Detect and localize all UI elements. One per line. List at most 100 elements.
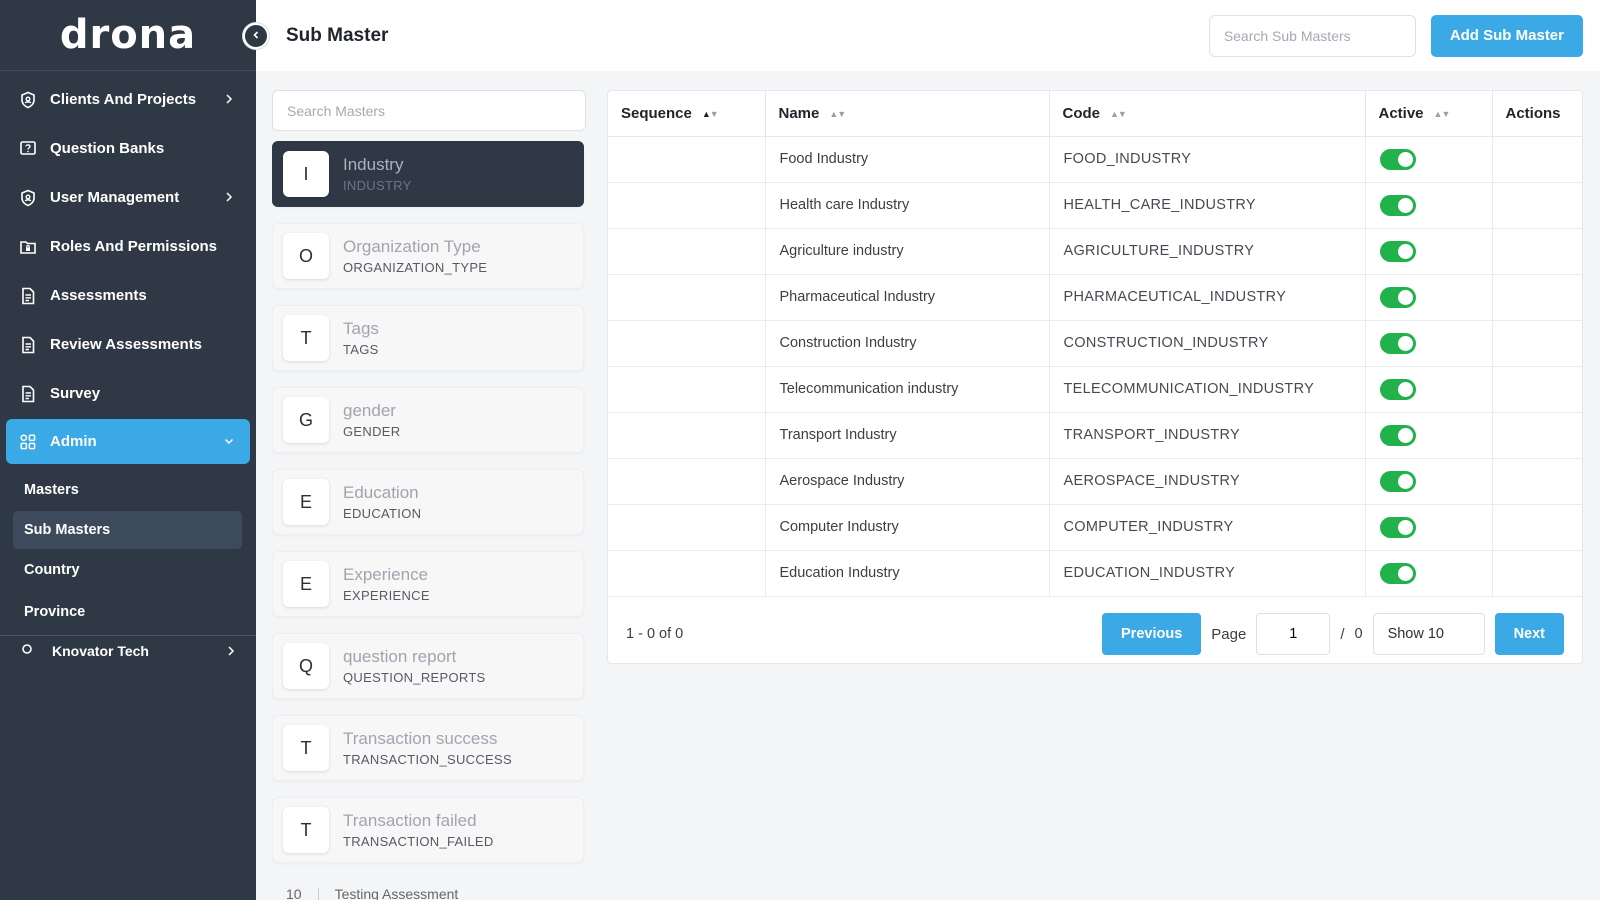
active-toggle[interactable] xyxy=(1379,378,1416,400)
logo[interactable]: drona xyxy=(0,0,256,71)
user-icon xyxy=(20,644,40,658)
master-code: ORGANIZATION_TYPE xyxy=(343,260,488,275)
sidebar-item-user-management[interactable]: User Management xyxy=(0,173,256,222)
sort-icon[interactable]: ▲ ▼ xyxy=(1434,109,1451,119)
question-box-icon xyxy=(18,139,38,159)
sidebar-item-label: Admin xyxy=(50,433,97,450)
sidebar-item-survey[interactable]: Survey xyxy=(0,369,256,418)
master-text: Tags TAGS xyxy=(343,319,379,357)
master-card[interactable]: T Transaction success TRANSACTION_SUCCESS xyxy=(272,715,584,781)
column-header-sequence[interactable]: Sequence ▲ ▼ xyxy=(608,91,766,137)
sort-icon[interactable]: ▲ ▼ xyxy=(829,109,846,119)
cell-active xyxy=(1365,136,1493,183)
sidebar-subitem-masters[interactable]: Masters xyxy=(0,469,256,511)
sidebar-item-question-banks[interactable]: Question Banks xyxy=(0,124,256,173)
master-card[interactable]: O Organization Type ORGANIZATION_TYPE xyxy=(272,223,584,289)
table-row[interactable]: Construction Industry CONSTRUCTION_INDUST… xyxy=(608,320,1582,367)
master-code: TAGS xyxy=(343,342,379,357)
sort-icon[interactable]: ▲ ▼ xyxy=(1110,109,1127,119)
sidebar-subitem-country[interactable]: Country xyxy=(0,549,256,591)
cell-sequence xyxy=(608,182,766,229)
page-size-select[interactable]: Show 10 xyxy=(1372,613,1485,655)
master-card[interactable]: T Transaction failed TRANSACTION_FAILED xyxy=(272,797,584,863)
cell-sequence xyxy=(608,412,766,459)
sidebar-item-assessments[interactable]: Assessments xyxy=(0,271,256,320)
master-card[interactable]: Ggender GENDER xyxy=(272,387,584,453)
column-header-code[interactable]: Code ▲ ▼ xyxy=(1049,91,1366,137)
sidebar-item-admin[interactable]: Admin xyxy=(6,419,250,464)
active-toggle[interactable] xyxy=(1379,470,1416,492)
cell-code: HEALTH_CARE_INDUSTRY xyxy=(1049,182,1366,229)
table-row[interactable]: Transport Industry TRANSPORT_INDUSTRY xyxy=(608,412,1582,459)
collapse-sidebar-button[interactable] xyxy=(243,22,269,49)
active-toggle[interactable] xyxy=(1379,562,1416,584)
chevron-right-icon xyxy=(226,643,236,659)
sidebar-subitem-province[interactable]: Province xyxy=(0,591,256,633)
sidebar-item-clients-and-projects[interactable]: Clients And Projects xyxy=(0,75,256,124)
table-row[interactable]: Pharmaceutical Industry PHARMACEUTICAL_IN… xyxy=(608,274,1582,321)
chevron-right-icon xyxy=(224,191,236,204)
cell-name: Transport Industry xyxy=(765,412,1050,459)
active-toggle[interactable] xyxy=(1379,286,1416,308)
master-card[interactable]: E Education EDUCATION xyxy=(272,469,584,535)
sort-icon[interactable]: ▲ ▼ xyxy=(702,109,719,119)
active-toggle[interactable] xyxy=(1379,332,1416,354)
master-code: TRANSACTION_FAILED xyxy=(343,834,494,849)
active-toggle[interactable] xyxy=(1379,424,1416,446)
document-icon xyxy=(18,384,38,404)
table-row[interactable]: Telecommunication industry TELECOMMUNICAT… xyxy=(608,366,1582,413)
cell-actions xyxy=(1492,182,1582,229)
master-card[interactable]: T Tags TAGS xyxy=(272,305,584,371)
table-row[interactable]: Computer Industry COMPUTER_INDUSTRY xyxy=(608,504,1582,551)
cell-actions xyxy=(1492,366,1582,413)
cell-code: PHARMACEUTICAL_INDUSTRY xyxy=(1049,274,1366,321)
sidebar-item-label: Question Banks xyxy=(50,140,165,157)
master-card[interactable]: Qquestion report QUESTION_REPORTS xyxy=(272,633,584,699)
cell-code: AGRICULTURE_INDUSTRY xyxy=(1049,228,1366,275)
column-header-actions: Actions xyxy=(1492,91,1582,137)
column-label: Active xyxy=(1378,104,1424,122)
cell-name: Computer Industry xyxy=(765,504,1050,551)
table-row[interactable]: Agriculture industry AGRICULTURE_INDUSTRY xyxy=(608,228,1582,275)
master-code: INDUSTRY xyxy=(343,178,412,193)
cell-code: EDUCATION_INDUSTRY xyxy=(1049,550,1366,597)
page-number-input[interactable] xyxy=(1256,613,1331,655)
next-page-button[interactable]: Next xyxy=(1494,613,1564,655)
cell-actions xyxy=(1492,412,1582,459)
master-avatar: E xyxy=(283,561,329,607)
active-toggle[interactable] xyxy=(1379,516,1416,538)
sidebar-item-label: Clients And Projects xyxy=(50,91,197,108)
cell-active xyxy=(1365,320,1493,367)
column-header-active[interactable]: Active ▲ ▼ xyxy=(1365,91,1493,137)
active-toggle[interactable] xyxy=(1379,240,1416,262)
total-pages: 0 xyxy=(1354,626,1363,642)
sidebar-subitem-sub-masters[interactable]: Sub Masters xyxy=(13,511,242,549)
cell-sequence xyxy=(608,458,766,505)
search-masters-input[interactable] xyxy=(272,90,586,131)
add-sub-master-button[interactable]: Add Sub Master xyxy=(1430,14,1583,57)
table-row[interactable]: Aerospace Industry AEROSPACE_INDUSTRY xyxy=(608,458,1582,505)
active-toggle[interactable] xyxy=(1379,148,1416,170)
search-sub-masters-input[interactable] xyxy=(1208,14,1416,57)
master-name: Tags xyxy=(343,319,379,338)
column-header-name[interactable]: Name ▲ ▼ xyxy=(765,91,1050,137)
master-card-partial[interactable]: 10 Testing Assessment xyxy=(286,886,458,900)
master-avatar: T xyxy=(283,807,329,853)
table-row[interactable]: Education Industry EDUCATION_INDUSTRY xyxy=(608,550,1582,597)
master-text: gender GENDER xyxy=(343,401,400,439)
table-row[interactable]: Food Industry FOOD_INDUSTRY xyxy=(608,136,1582,183)
table-row[interactable]: Health care Industry HEALTH_CARE_INDUSTRY xyxy=(608,182,1582,229)
sidebar-item-review-assessments[interactable]: Review Assessments xyxy=(0,320,256,369)
masters-cards: I Industry INDUSTRY O Organization Type ORGAN… xyxy=(272,141,594,863)
previous-page-button[interactable]: Previous xyxy=(1102,613,1202,655)
header-actions: Add Sub Master xyxy=(1208,14,1600,57)
master-card[interactable]: E Experience EXPERIENCE xyxy=(272,551,584,617)
sidebar-item-roles-and-permissions[interactable]: Roles And Permissions xyxy=(0,222,256,271)
active-toggle[interactable] xyxy=(1379,194,1416,216)
tenant-switcher[interactable]: Knovator Tech xyxy=(0,636,256,666)
logo-text: drona xyxy=(59,12,197,58)
master-name: question report xyxy=(343,647,457,666)
cell-actions xyxy=(1492,136,1582,183)
master-card[interactable]: I Industry INDUSTRY xyxy=(272,141,584,207)
master-avatar: T xyxy=(283,315,329,361)
